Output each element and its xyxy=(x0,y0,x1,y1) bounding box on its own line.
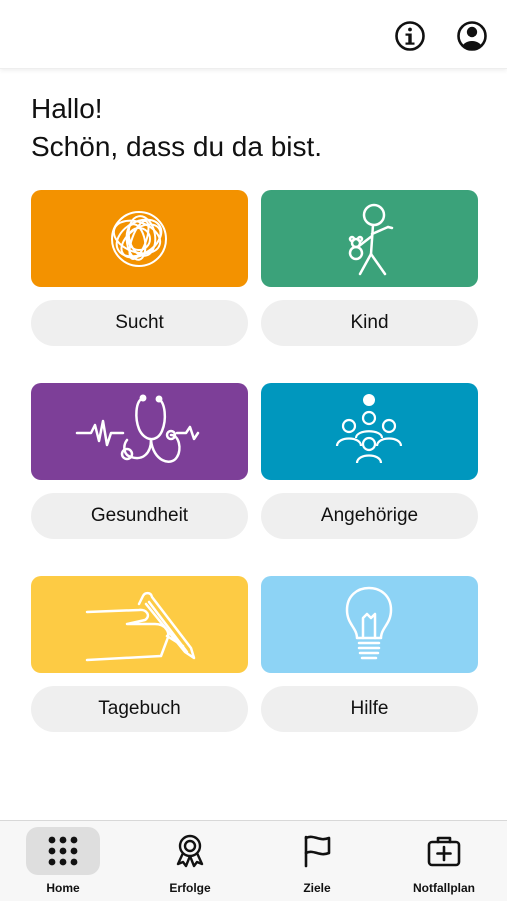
greeting-line-1: Hallo! xyxy=(31,93,103,124)
first-aid-kit-icon xyxy=(427,836,461,867)
tile-angehoerige[interactable] xyxy=(261,383,478,480)
category-button-sucht[interactable]: Sucht xyxy=(31,300,248,346)
tile-sucht[interactable] xyxy=(31,190,248,287)
grid-icon xyxy=(48,836,78,866)
category-button-tagebuch[interactable]: Tagebuch xyxy=(31,686,248,732)
nav-erfolge[interactable]: Erfolge xyxy=(127,821,253,901)
info-icon[interactable] xyxy=(392,18,428,54)
writing-hand-icon xyxy=(85,591,196,662)
bottom-navigation: Home Erfolge Ziele Notfallplan xyxy=(0,820,507,901)
category-button-kind[interactable]: Kind xyxy=(261,300,478,346)
profile-icon[interactable] xyxy=(454,18,490,54)
category-button-angehoerige[interactable]: Angehörige xyxy=(261,493,478,539)
nav-erfolge-icon-container xyxy=(153,827,227,875)
category-button-gesundheit[interactable]: Gesundheit xyxy=(31,493,248,539)
stethoscope-icon xyxy=(75,394,200,463)
lightbulb-icon xyxy=(345,586,393,660)
greeting-line-2: Schön, dass du da bist. xyxy=(31,131,323,162)
tile-tagebuch[interactable] xyxy=(31,576,248,673)
nav-ziele-label: Ziele xyxy=(303,881,331,895)
nav-home[interactable]: Home xyxy=(0,821,126,901)
nav-ziele-icon-container xyxy=(280,827,354,875)
group-icon xyxy=(335,394,403,464)
child-with-teddy-icon xyxy=(348,203,394,276)
nav-home-label: Home xyxy=(46,881,80,895)
nav-notfallplan-icon-container xyxy=(407,827,481,875)
category-button-hilfe[interactable]: Hilfe xyxy=(261,686,478,732)
award-icon xyxy=(176,834,204,868)
nav-notfallplan-label: Notfallplan xyxy=(413,881,475,895)
nav-ziele[interactable]: Ziele xyxy=(254,821,380,901)
flag-icon xyxy=(304,835,331,868)
tile-hilfe[interactable] xyxy=(261,576,478,673)
nav-home-icon-container xyxy=(26,827,100,875)
top-bar xyxy=(0,0,507,69)
greeting: Hallo! Schön, dass du da bist. xyxy=(31,90,322,166)
tile-gesundheit[interactable] xyxy=(31,383,248,480)
tangle-icon xyxy=(111,211,167,267)
nav-notfallplan[interactable]: Notfallplan xyxy=(381,821,507,901)
nav-erfolge-label: Erfolge xyxy=(169,881,211,895)
tile-kind[interactable] xyxy=(261,190,478,287)
